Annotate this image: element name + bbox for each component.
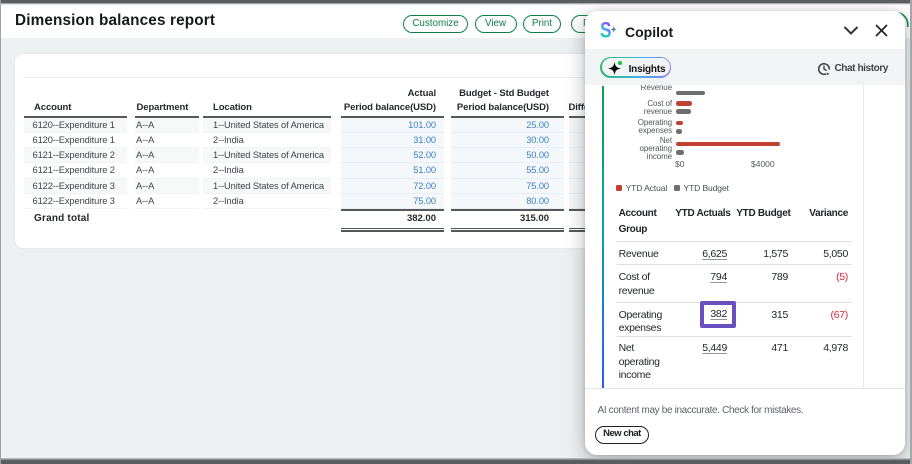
svg-text:S: S (600, 21, 611, 40)
